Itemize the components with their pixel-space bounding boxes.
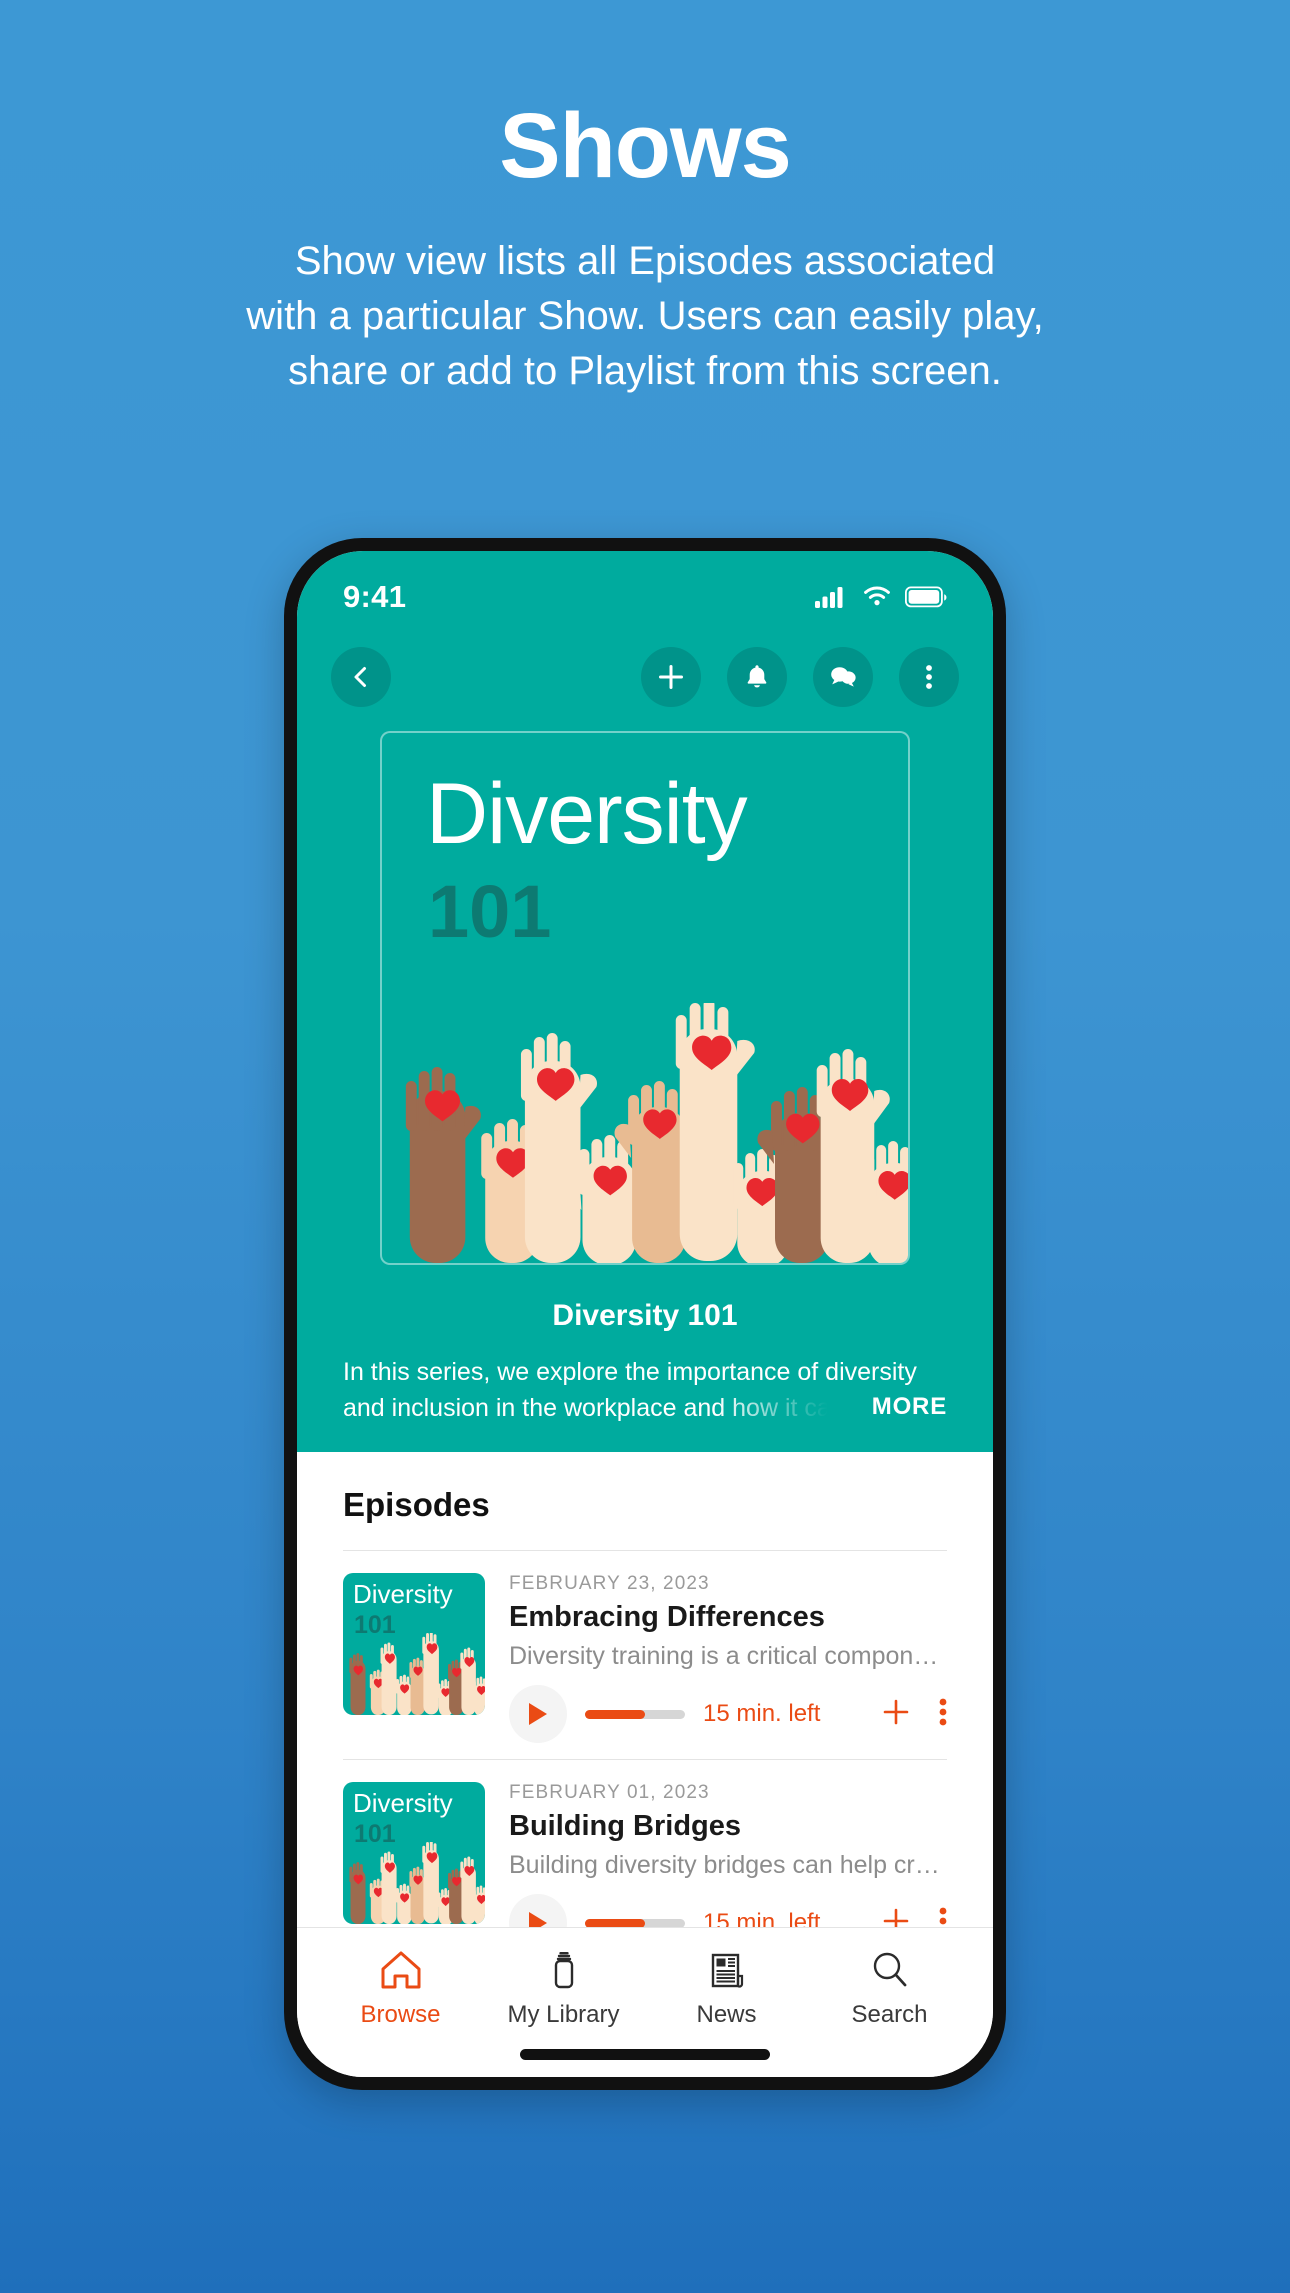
promo-subtitle-line-1: Show view lists all Episodes associated	[294, 239, 996, 283]
top-navigation-bar	[297, 629, 993, 725]
episode-actions	[881, 1906, 947, 1928]
show-description-block: In this series, we explore the importanc…	[343, 1355, 947, 1426]
promo-subtitle-line-3: share or add to Playlist from this scree…	[288, 349, 1002, 394]
tab-label: News	[696, 2001, 757, 2028]
add-to-playlist-button[interactable]	[881, 1697, 911, 1732]
promo-subtitle: Show view lists all Episodes associated …	[0, 234, 1290, 400]
home-icon	[381, 1951, 420, 1989]
more-vertical-icon	[926, 665, 932, 689]
tab-label: Browse	[360, 2001, 441, 2028]
promo-subtitle-line-2: with a particular Show. Users can easily…	[246, 294, 1044, 339]
episodes-heading: Episodes	[343, 1486, 490, 1523]
tab-browse[interactable]: Browse	[319, 1948, 482, 2077]
episode-actions	[881, 1697, 947, 1732]
status-bar-icons	[815, 586, 947, 608]
cover-title: Diversity	[426, 766, 748, 862]
episode-more-button[interactable]	[939, 1697, 947, 1732]
more-link[interactable]: MORE	[872, 1393, 947, 1421]
episode-thumb-title: Diversity	[353, 1579, 453, 1609]
progress-fill	[585, 1709, 645, 1719]
library-jar-icon	[554, 1952, 573, 1989]
episode-description: Diversity training is a critical compone…	[509, 1642, 947, 1670]
add-to-playlist-button[interactable]	[881, 1906, 911, 1927]
plus-icon	[883, 1908, 909, 1927]
progress-fill	[585, 1918, 645, 1927]
progress-bar[interactable]	[585, 1918, 685, 1927]
tab-label: My Library	[507, 2001, 620, 2028]
home-indicator[interactable]	[520, 2049, 770, 2060]
episode-controls: 15 min. left	[509, 1894, 947, 1927]
episodes-section: Episodes Diversity 101 FEBRUARY 23, 2023…	[297, 1452, 993, 1927]
episode-date: FEBRUARY 01, 2023	[509, 1782, 710, 1803]
back-button[interactable]	[331, 647, 391, 707]
episode-thumb-title: Diversity	[353, 1788, 453, 1818]
bell-icon	[747, 665, 767, 688]
episode-date: FEBRUARY 23, 2023	[509, 1573, 710, 1594]
tab-label: Search	[851, 2001, 928, 2028]
plus-icon	[883, 1699, 909, 1724]
show-cover-art[interactable]: Diversity 101	[380, 731, 910, 1265]
episode-thumbnail[interactable]: Diversity 101	[343, 1782, 485, 1924]
phone-screen: 9:41 Diversity 101 Diversity 101 In this…	[297, 551, 993, 2077]
time-remaining: 15 min. left	[703, 1700, 821, 1727]
magnifier-icon	[873, 1952, 906, 1987]
episode-title: Building Bridges	[509, 1810, 741, 1842]
episode-title: Embracing Differences	[509, 1601, 825, 1633]
play-icon	[529, 1912, 547, 1927]
page-title: Shows	[499, 95, 791, 197]
show-title: Diversity 101	[552, 1299, 738, 1332]
show-hero: Diversity 101 Diversity 101 In this seri…	[297, 629, 993, 1452]
play-icon	[529, 1703, 547, 1725]
chat-bubbles-icon	[831, 667, 856, 687]
raised-hands-with-hearts-illustration	[405, 1003, 908, 1263]
top-nav-actions	[641, 647, 959, 707]
episode-details: FEBRUARY 23, 2023 Embracing Differences …	[509, 1573, 947, 1743]
episode-thumbnail[interactable]: Diversity 101	[343, 1573, 485, 1715]
battery-icon	[905, 586, 947, 608]
episode-details: FEBRUARY 01, 2023 Building Bridges Build…	[509, 1782, 947, 1927]
comments-button[interactable]	[813, 647, 873, 707]
episode-more-button[interactable]	[939, 1906, 947, 1928]
plus-icon	[659, 665, 683, 689]
tab-search[interactable]: Search	[808, 1948, 971, 2077]
cover-number: 101	[428, 870, 552, 953]
phone-frame: 9:41 Diversity 101 Diversity 101 In this…	[284, 538, 1006, 2090]
promo-header: Shows Show view lists all Episodes assoc…	[0, 0, 1290, 400]
play-button[interactable]	[509, 1894, 567, 1927]
table-row[interactable]: Diversity 101	[297, 1760, 993, 1927]
play-button[interactable]	[509, 1685, 567, 1743]
cellular-signal-icon	[815, 587, 843, 608]
progress-bar[interactable]	[585, 1709, 685, 1719]
chevron-left-icon	[354, 667, 366, 687]
time-remaining: 15 min. left	[703, 1909, 821, 1927]
wifi-icon	[864, 586, 890, 606]
episode-controls: 15 min. left	[509, 1685, 947, 1743]
table-row[interactable]: Diversity 101	[297, 1551, 993, 1759]
phone-mockup: 9:41 Diversity 101 Diversity 101 In this…	[284, 538, 1006, 2090]
raised-hands-with-hearts-illustration	[349, 1842, 485, 1924]
status-bar: 9:41	[297, 551, 993, 629]
add-button[interactable]	[641, 647, 701, 707]
more-vertical-icon	[939, 1907, 947, 1924]
description-fade: MORE	[717, 1388, 947, 1426]
more-options-button[interactable]	[899, 647, 959, 707]
raised-hands-with-hearts-illustration	[349, 1633, 485, 1715]
newspaper-icon	[711, 1953, 743, 1988]
episode-description: Building diversity bridges can help crea…	[509, 1851, 947, 1879]
more-vertical-icon	[939, 1698, 947, 1725]
notifications-button[interactable]	[727, 647, 787, 707]
status-bar-time: 9:41	[343, 579, 407, 614]
